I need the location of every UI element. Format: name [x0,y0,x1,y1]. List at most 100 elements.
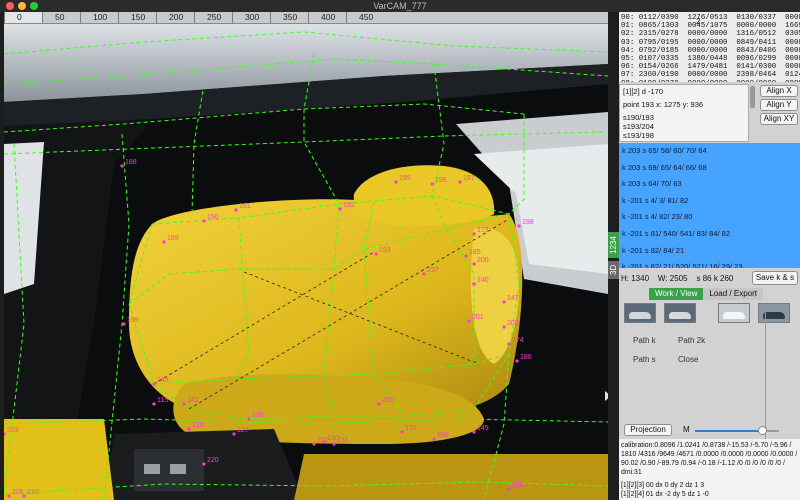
mesh-point-label: 120 [192,422,204,429]
save-ks-button[interactable]: Save k & s [752,271,798,285]
mesh-point-marker[interactable] [472,232,476,236]
mesh-point-label: 202 [507,320,519,327]
mesh-point-label: 240 [477,277,489,284]
mesh-point-label: 115 [157,397,168,404]
mesh-point-marker[interactable] [472,262,476,266]
mesh-point-marker[interactable] [472,430,476,434]
side-tab-1234[interactable]: 1234 [608,232,619,258]
mesh-point-marker[interactable] [152,382,156,386]
path-s-button[interactable]: Path s [633,355,656,364]
car-thumbnail[interactable] [718,303,750,323]
m-slider-label: M [683,425,690,434]
car-icon [629,312,651,319]
mesh-point-marker[interactable] [394,180,398,184]
mesh-point-marker[interactable] [507,342,511,346]
list-item[interactable]: k -201 s 4/ 3/ 81/ 82 [619,193,800,210]
list-item[interactable]: k -201 s 82/ 84/ 21 [619,243,800,260]
mesh-point-marker[interactable] [377,402,381,406]
ruler-tick: 150 [118,12,156,23]
mesh-point-marker[interactable] [202,462,206,466]
mesh-point-label: 250 [382,397,394,404]
list-item[interactable]: k -201 s 4/ 82/ 23/ 80 [619,209,800,226]
mesh-point-marker[interactable] [234,208,238,212]
mesh-point-label: 189 [167,235,179,242]
path-2k-button[interactable]: Path 2k [678,336,705,345]
mesh-point-marker[interactable] [182,402,186,406]
mesh-point-marker[interactable] [400,430,404,434]
list-item[interactable]: k 203 s 69/ 65/ 64/ 66/ 68 [619,160,800,177]
calibration-line: [1][2][4] 01 dx -2 dy 5 dz 1 -0 [621,491,709,498]
mesh-point-label: 195 [399,175,411,182]
calibration-readout: calibration:0.8096 /1.0241 /0.8738 /-15.… [619,439,800,500]
mesh-point-marker[interactable] [187,427,191,431]
mesh-point-marker[interactable] [458,180,462,184]
mesh-point-marker[interactable] [338,207,342,211]
path-k-button[interactable]: Path k [633,336,656,345]
list-item[interactable]: k 203 s 64/ 70/ 63 [619,176,800,193]
mesh-point-marker[interactable] [507,487,511,491]
mesh-point-marker[interactable] [422,272,426,276]
scroll-right-icon[interactable] [605,391,608,401]
mesh-point-marker[interactable] [7,494,11,498]
mesh-point-marker[interactable] [120,164,124,168]
car-interior-photo: 188 189 190 191 192 193 195 196 197 198 199 115 120 1… [4,24,608,500]
mesh-point-marker[interactable] [472,282,476,286]
mesh-point-marker[interactable] [152,402,156,406]
ruler-tick: 300 [232,12,270,23]
point-info-box: [1][2] d -170 point 193 x: 1275 y: 936 s… [619,84,749,142]
mesh-point-marker[interactable] [502,325,506,329]
ruler-tick: 450 [346,12,384,23]
mesh-point-label: 210 [27,489,39,496]
mesh-point-label: 192 [343,202,355,209]
side-tab-3d[interactable]: 3D [608,261,619,279]
info-line: s193/204 [623,122,654,131]
mesh-point-marker[interactable] [432,437,436,441]
info-scrollbar[interactable] [750,86,755,108]
mesh-point-label: 188 [125,159,137,166]
list-item[interactable]: k -201 s 82/ 21/ 520/ 521/ 16/ 29/ 23 [619,259,800,268]
s-k-count: s 86 k 260 [696,274,734,283]
align-xy-button[interactable]: Align XY [760,113,798,125]
mesh-point-marker[interactable] [312,442,316,446]
mesh-point-marker[interactable] [502,300,506,304]
mesh-point-marker[interactable] [22,494,26,498]
ruler-tick: 400 [308,12,346,23]
mesh-point-marker[interactable] [122,322,126,326]
info-line: s193/198 [623,131,654,140]
close-path-button[interactable]: Close [678,355,698,364]
ruler-tick: 250 [194,12,232,23]
mesh-point-marker[interactable] [515,359,519,363]
mesh-point-label: 135 [252,412,264,419]
m-slider[interactable] [695,426,779,435]
mesh-point-marker[interactable] [374,252,378,256]
car-thumbnail[interactable] [624,303,656,323]
align-y-button[interactable]: Align Y [760,99,798,111]
mesh-point-label: 185 [469,249,481,256]
mesh-point-marker[interactable] [162,240,166,244]
tab-work-view[interactable]: Work / View [649,288,704,300]
mesh-point-label: 147 [507,295,519,302]
info-line: point 193 x: 1275 y: 936 [623,100,704,109]
k-s-list[interactable]: k 203 s 65/ 58/ 60/ 70/ 64 k 203 s 69/ 65… [619,143,800,268]
image-viewport[interactable]: 188 189 190 191 192 193 195 196 197 198 199 115 120 1… [4,24,608,500]
mesh-point-marker[interactable] [232,432,236,436]
mesh-point-marker[interactable] [517,224,521,228]
projection-button[interactable]: Projection [624,424,672,436]
tab-load-export[interactable]: Load / Export [703,288,763,300]
mesh-point-label: 196 [435,177,447,184]
mesh-point-marker[interactable] [467,319,471,323]
car-thumbnail[interactable] [664,303,696,323]
window-title: VarCAM_777 [373,1,427,11]
align-x-button[interactable]: Align X [760,85,798,97]
mesh-point-marker[interactable] [464,254,468,258]
mesh-point-label: 193 [379,247,391,254]
mesh-point-marker[interactable] [332,442,336,446]
mesh-point-label: 145 [477,425,489,432]
mesh-point-marker[interactable] [202,219,206,223]
car-thumbnail[interactable] [758,303,790,323]
list-item[interactable]: k -201 s 81/ 540/ 541/ 83/ 84/ 82 [619,226,800,243]
mesh-point-marker[interactable] [430,182,434,186]
list-item[interactable]: k 203 s 65/ 58/ 60/ 70/ 64 [619,143,800,160]
mesh-point-marker[interactable] [247,417,251,421]
ruler-tick: 100 [80,12,118,23]
